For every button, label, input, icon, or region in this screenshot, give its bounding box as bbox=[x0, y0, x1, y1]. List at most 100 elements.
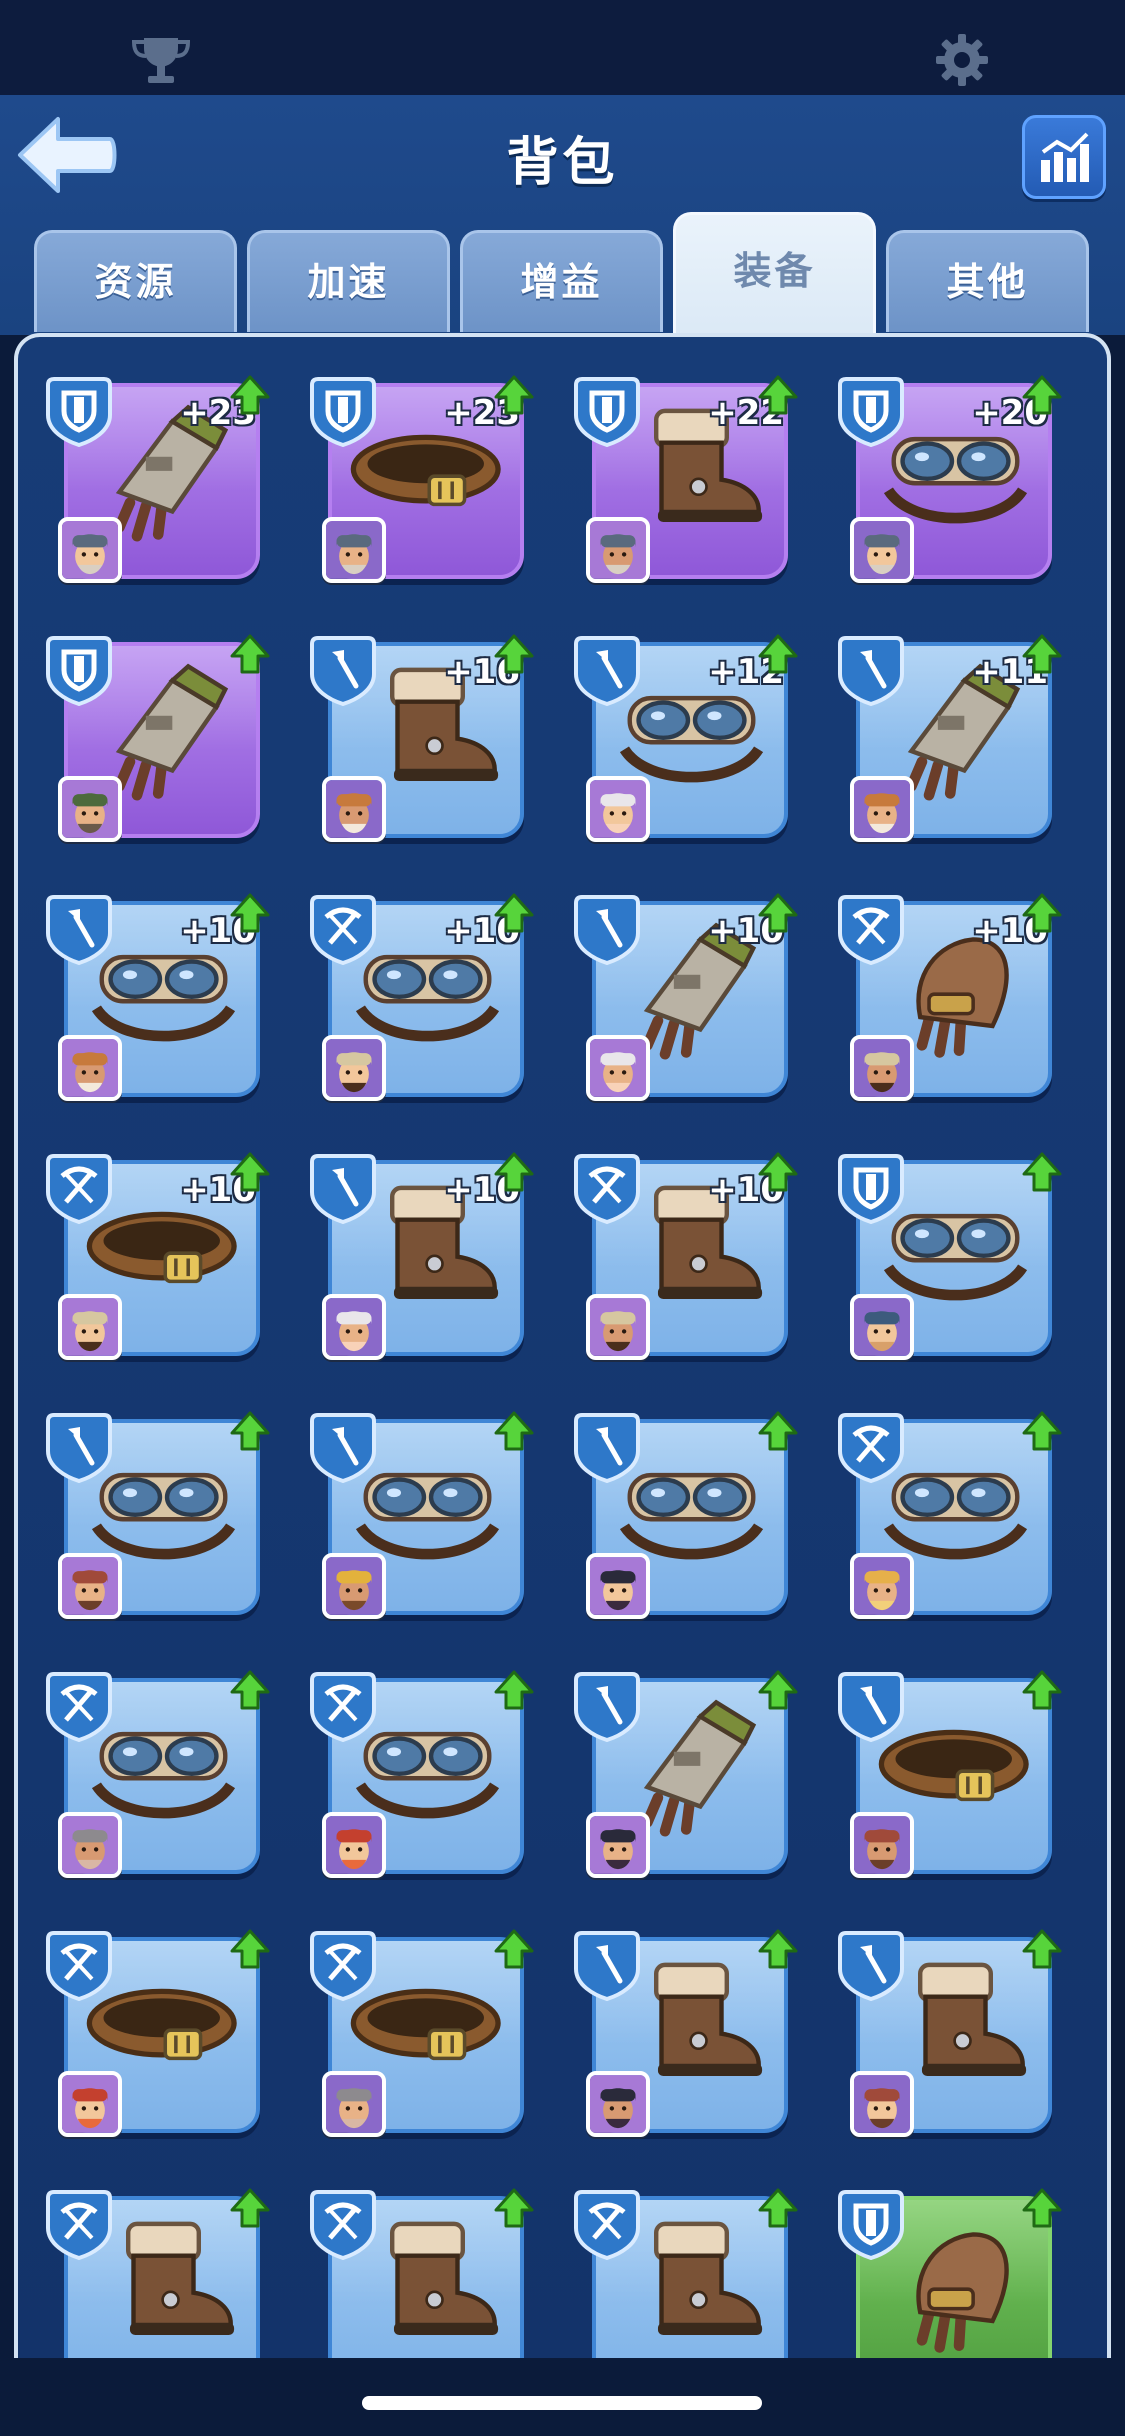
tab-resources[interactable]: 资源 bbox=[34, 230, 237, 332]
inventory-item[interactable] bbox=[46, 634, 270, 844]
inventory-item[interactable]: +10 bbox=[46, 1152, 270, 1362]
hero-desert-avatar bbox=[854, 1039, 910, 1097]
shield-class-icon bbox=[46, 636, 112, 706]
hero-dark-hair-avatar bbox=[590, 1816, 646, 1874]
hero-avatar bbox=[586, 776, 650, 842]
hero-avatar bbox=[850, 1553, 914, 1619]
crossbow-class-icon bbox=[310, 1672, 376, 1742]
upgrade-arrow-icon bbox=[758, 634, 798, 674]
hero-avatar bbox=[58, 2071, 122, 2137]
hero-diver-avatar bbox=[854, 1298, 910, 1356]
tab-speedups[interactable]: 加速 bbox=[247, 230, 450, 332]
hero-avatar bbox=[58, 1553, 122, 1619]
hero-avatar bbox=[850, 1035, 914, 1101]
inventory-item[interactable]: +10 bbox=[574, 1152, 798, 1362]
tab-boosts[interactable]: 增益 bbox=[460, 230, 663, 332]
upgrade-arrow-icon bbox=[1022, 1152, 1062, 1192]
inventory-item[interactable] bbox=[838, 1670, 1062, 1880]
inventory-item[interactable] bbox=[574, 1670, 798, 1880]
upgrade-arrow-icon bbox=[758, 1152, 798, 1192]
inventory-item[interactable]: +10 bbox=[310, 1152, 534, 1362]
upgrade-arrow-icon bbox=[758, 1670, 798, 1710]
inventory-item[interactable]: +12 bbox=[574, 634, 798, 844]
upgrade-arrow-icon bbox=[494, 1929, 534, 1969]
hero-desert-avatar bbox=[590, 1298, 646, 1356]
shovel-class-icon bbox=[310, 636, 376, 706]
inventory-item[interactable] bbox=[46, 1670, 270, 1880]
hero-miner-avatar bbox=[326, 1557, 382, 1615]
hero-bandana-avatar bbox=[854, 2075, 910, 2133]
hero-avatar bbox=[58, 1035, 122, 1101]
shovel-class-icon bbox=[310, 1413, 376, 1483]
hero-avatar bbox=[322, 1812, 386, 1878]
crossbow-class-icon bbox=[46, 2190, 112, 2260]
inventory-panel: +23 +23 +22 +20 +16 +12 +11 +10 +10 +10 +10 +10 +10 +… bbox=[14, 333, 1111, 2358]
hero-avatar bbox=[850, 1812, 914, 1878]
upgrade-arrow-icon bbox=[1022, 1411, 1062, 1451]
upgrade-arrow-icon bbox=[230, 1929, 270, 1969]
inventory-item[interactable]: +23 bbox=[310, 375, 534, 585]
upgrade-arrow-icon bbox=[758, 375, 798, 415]
inventory-item[interactable] bbox=[46, 2188, 270, 2358]
inventory-item[interactable]: +10 bbox=[574, 893, 798, 1103]
inventory-item[interactable] bbox=[574, 1929, 798, 2139]
upgrade-arrow-icon bbox=[494, 375, 534, 415]
inventory-item[interactable]: +23 bbox=[46, 375, 270, 585]
upgrade-arrow-icon bbox=[230, 375, 270, 415]
upgrade-arrow-icon bbox=[1022, 634, 1062, 674]
hero-avatar bbox=[58, 1812, 122, 1878]
inventory-item[interactable]: +20 bbox=[838, 375, 1062, 585]
hero-avatar bbox=[850, 2071, 914, 2137]
upgrade-arrow-icon bbox=[758, 2188, 798, 2228]
upgrade-arrow-icon bbox=[1022, 893, 1062, 933]
shovel-class-icon bbox=[46, 895, 112, 965]
inventory-item[interactable] bbox=[310, 2188, 534, 2358]
upgrade-arrow-icon bbox=[230, 1411, 270, 1451]
upgrade-arrow-icon bbox=[1022, 1670, 1062, 1710]
inventory-item[interactable] bbox=[310, 1929, 534, 2139]
inventory-item[interactable]: +16 bbox=[310, 634, 534, 844]
inventory-item[interactable] bbox=[46, 1929, 270, 2139]
shovel-class-icon bbox=[838, 1672, 904, 1742]
inventory-item[interactable] bbox=[310, 1670, 534, 1880]
inventory-item[interactable] bbox=[574, 1411, 798, 1621]
inventory-item[interactable] bbox=[838, 1929, 1062, 2139]
upgrade-arrow-icon bbox=[230, 634, 270, 674]
crossbow-class-icon bbox=[310, 1931, 376, 2001]
upgrade-arrow-icon bbox=[758, 1411, 798, 1451]
inventory-item[interactable] bbox=[46, 1411, 270, 1621]
inventory-item[interactable] bbox=[838, 1152, 1062, 1362]
inventory-item[interactable]: +22 bbox=[574, 375, 798, 585]
hero-bearded-helmet-avatar bbox=[62, 521, 118, 579]
upgrade-arrow-icon bbox=[758, 893, 798, 933]
hero-bearded-helmet-avatar bbox=[854, 521, 910, 579]
shield-class-icon bbox=[838, 377, 904, 447]
shield-class-icon bbox=[574, 377, 640, 447]
hero-blonde-avatar bbox=[854, 1557, 910, 1615]
hero-avatar bbox=[586, 2071, 650, 2137]
hero-avatar bbox=[58, 517, 122, 583]
upgrade-arrow-icon bbox=[230, 1670, 270, 1710]
tab-other[interactable]: 其他 bbox=[886, 230, 1089, 332]
hero-bearded-helmet-avatar bbox=[326, 521, 382, 579]
inventory-item[interactable]: +10 bbox=[838, 893, 1062, 1103]
inventory-item[interactable]: +11 bbox=[838, 634, 1062, 844]
crossbow-class-icon bbox=[838, 895, 904, 965]
shield-class-icon bbox=[838, 2190, 904, 2260]
inventory-grid: +23 +23 +22 +20 +16 +12 +11 +10 +10 +10 +10 +10 +10 +… bbox=[18, 337, 1107, 2358]
tab-equipment[interactable]: 装备 bbox=[673, 212, 876, 336]
inventory-item[interactable] bbox=[838, 2188, 1062, 2358]
upgrade-arrow-icon bbox=[494, 1411, 534, 1451]
inventory-item[interactable]: +10 bbox=[46, 893, 270, 1103]
inventory-item[interactable] bbox=[310, 1411, 534, 1621]
crossbow-class-icon bbox=[574, 2190, 640, 2260]
hero-avatar bbox=[322, 776, 386, 842]
home-indicator[interactable] bbox=[362, 2396, 762, 2410]
crossbow-class-icon bbox=[838, 1413, 904, 1483]
inventory-item[interactable] bbox=[838, 1411, 1062, 1621]
inventory-item[interactable] bbox=[574, 2188, 798, 2358]
hero-redhead-avatar bbox=[62, 2075, 118, 2133]
crossbow-class-icon bbox=[574, 1154, 640, 1224]
hero-viking-avatar bbox=[854, 780, 910, 838]
inventory-item[interactable]: +10 bbox=[310, 893, 534, 1103]
